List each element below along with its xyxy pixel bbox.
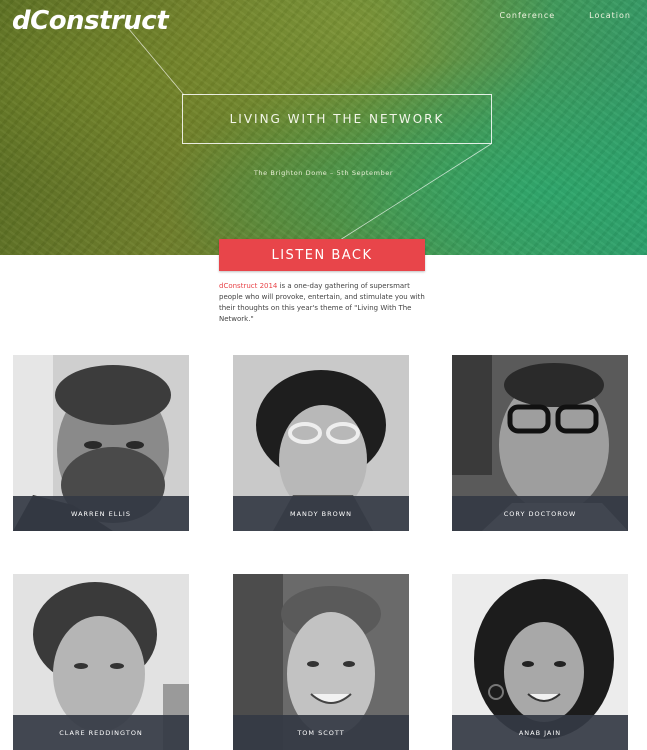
intro-brand-link[interactable]: dConstruct 2014 [219,282,277,290]
network-line-bottom [339,143,492,241]
speaker-card-anab-jain[interactable]: ANAB JAIN [452,574,628,750]
venue-date: The Brighton Dome – 5th September [253,169,394,177]
speaker-name: ANAB JAIN [518,728,562,737]
speaker-name-bar: ANAB JAIN [452,715,628,750]
theme-title: LIVING WITH THE NETWORK [229,112,445,126]
listen-back-button[interactable]: LISTEN BACK [219,239,425,271]
logo[interactable]: dConstruct [12,6,169,36]
speaker-card-mandy-brown[interactable]: MANDY BROWN [233,355,409,531]
intro-text: dConstruct 2014 is a one-day gathering o… [219,281,431,325]
speaker-name: CLARE REDDINGTON [59,728,143,737]
speaker-card-warren-ellis[interactable]: WARREN ELLIS [13,355,189,531]
nav-item-location[interactable]: Location [589,11,631,20]
speaker-name: CORY DOCTOROW [503,509,577,518]
network-line-top [127,27,185,96]
hero-banner: dConstruct Conference Location LIVING WI… [0,0,647,255]
nav-item-conference[interactable]: Conference [499,11,555,20]
speaker-name: WARREN ELLIS [71,509,131,518]
speaker-name-bar: CLARE REDDINGTON [13,715,189,750]
speaker-card-cory-doctorow[interactable]: CORY DOCTOROW [452,355,628,531]
speaker-name-bar: WARREN ELLIS [13,496,189,531]
speaker-name: MANDY BROWN [290,509,352,518]
speaker-name-bar: TOM SCOTT [233,715,409,750]
speaker-card-clare-reddington[interactable]: CLARE REDDINGTON [13,574,189,750]
theme-title-box: LIVING WITH THE NETWORK [182,94,492,144]
speaker-name-bar: CORY DOCTOROW [452,496,628,531]
main-nav: Conference Location [499,11,631,20]
speaker-name-bar: MANDY BROWN [233,496,409,531]
speaker-name: TOM SCOTT [297,728,345,737]
speaker-card-tom-scott[interactable]: TOM SCOTT [233,574,409,750]
